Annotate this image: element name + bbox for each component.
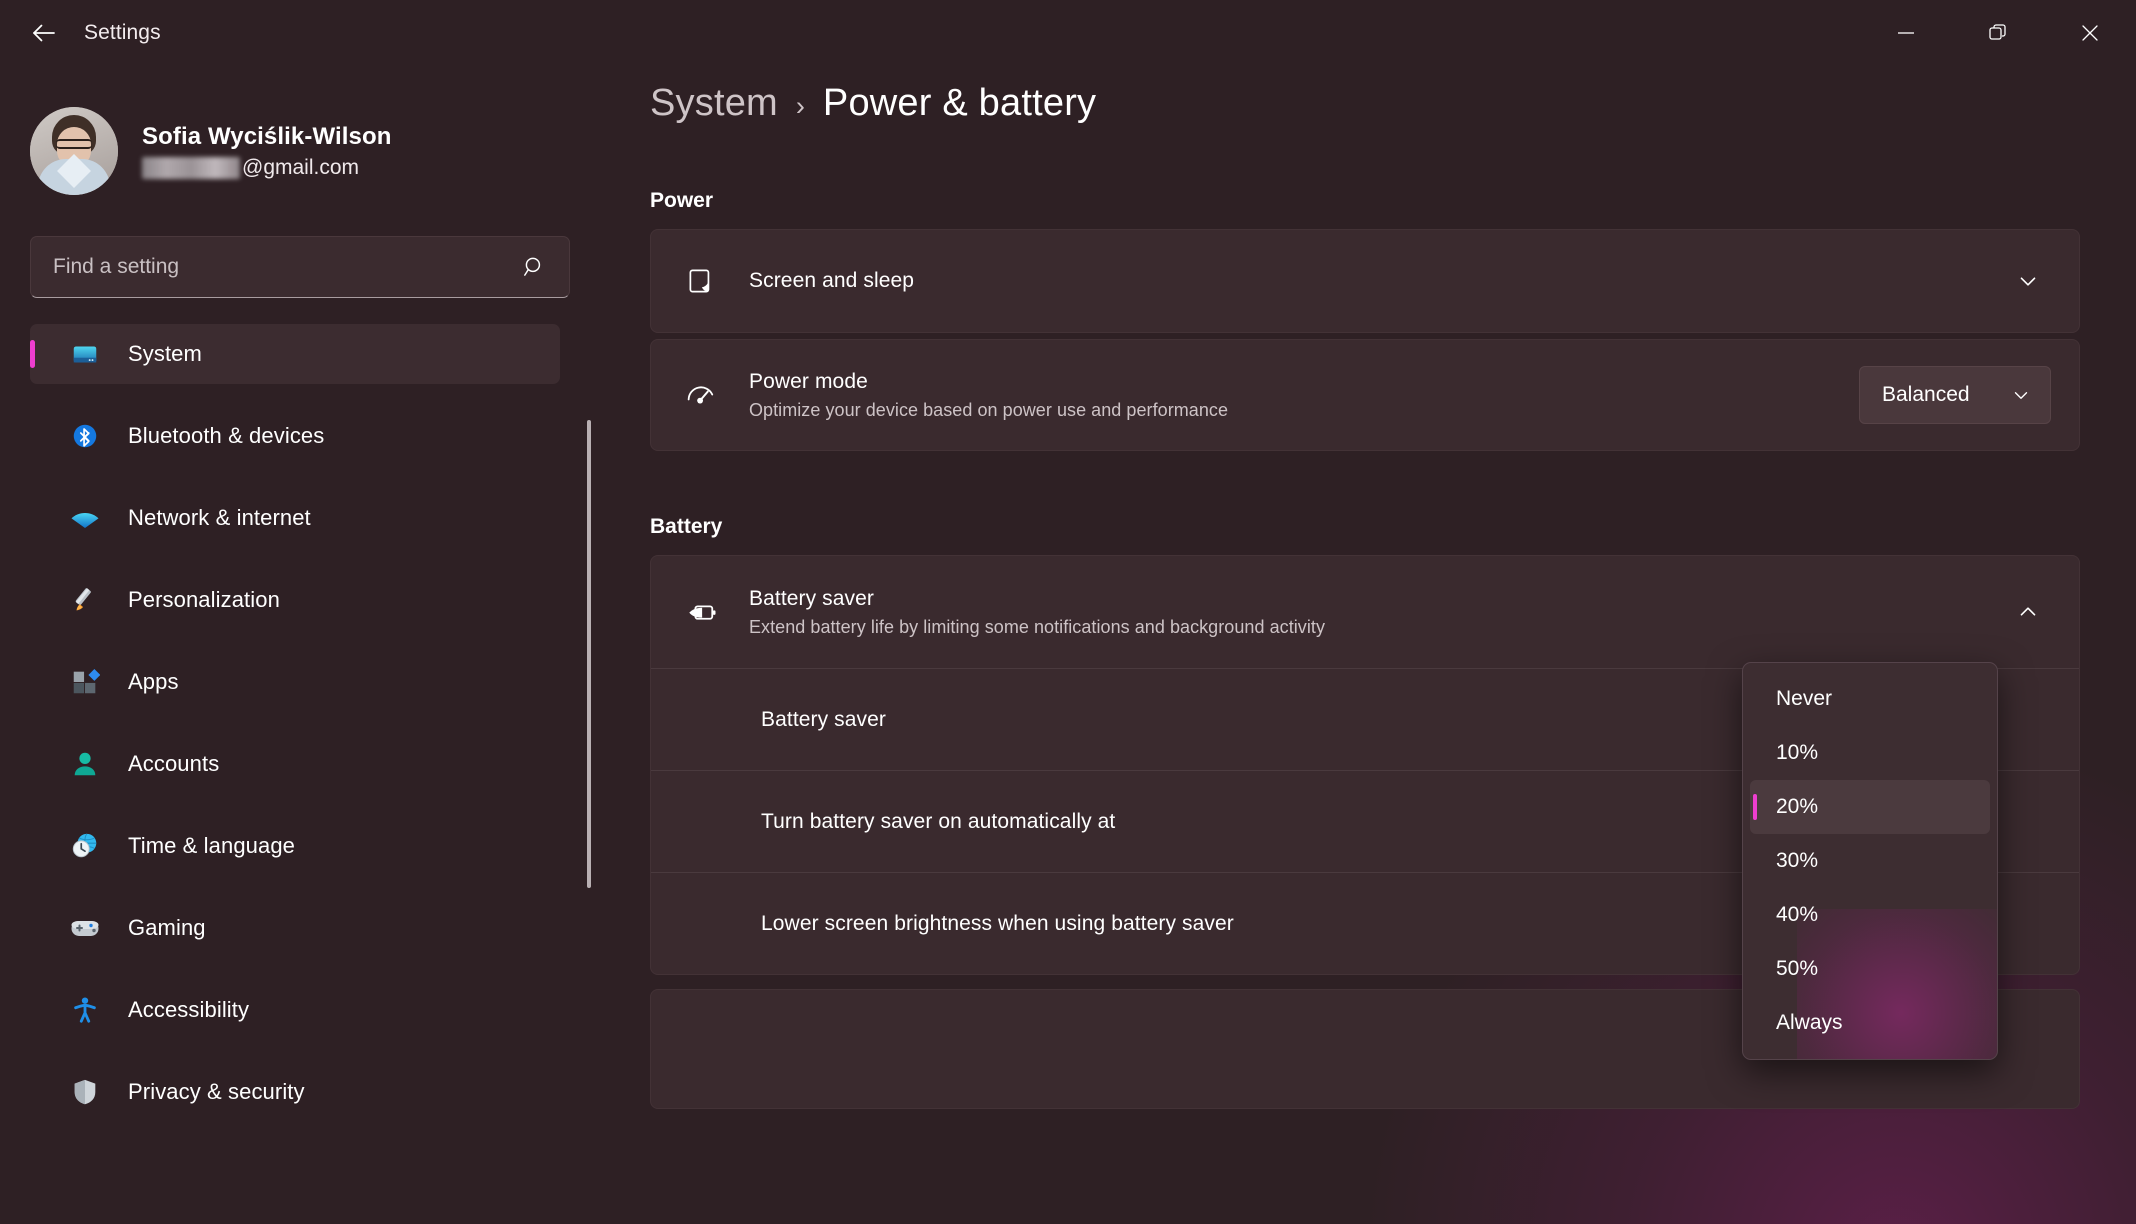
person-icon (68, 747, 102, 781)
section-title-battery: Battery (650, 515, 723, 538)
sidebar-item-accounts[interactable]: Accounts (30, 734, 560, 794)
row-battery-saver-header[interactable]: Battery saver Extend battery life by lim… (651, 556, 2079, 668)
account-text: Sofia Wyciślik-Wilson @gmail.com (142, 123, 392, 180)
card-screen-and-sleep: Screen and sleep (650, 229, 2080, 333)
sidebar-item-label: Network & internet (128, 505, 311, 530)
row-text: Screen and sleep (749, 269, 2005, 293)
sidebar-item-privacy-security[interactable]: Privacy & security (30, 1062, 560, 1122)
bluetooth-icon (68, 419, 102, 453)
dropdown-option-40[interactable]: 40% (1750, 888, 1990, 942)
settings-window: Settings Sofia Wyciślik-Wilson @gmail.co… (0, 0, 2136, 1224)
row-title: Screen and sleep (749, 269, 915, 292)
row-title: Power mode (749, 369, 868, 393)
sidebar-item-label: Privacy & security (128, 1079, 305, 1104)
chevron-down-icon[interactable] (2005, 258, 2051, 304)
accessibility-icon (68, 993, 102, 1027)
dropdown-option-50[interactable]: 50% (1750, 942, 1990, 996)
sidebar-item-apps[interactable]: Apps (30, 652, 560, 712)
paintbrush-icon (68, 583, 102, 617)
minimize-button[interactable] (1860, 0, 1952, 66)
window-title: Settings (84, 21, 161, 44)
sidebar-item-label: Time & language (128, 833, 296, 858)
power-mode-combobox[interactable]: Balanced (1859, 366, 2051, 424)
sidebar-item-bluetooth-devices[interactable]: Bluetooth & devices (30, 406, 560, 466)
sidebar-item-label: System (128, 341, 202, 366)
dropdown-option-always[interactable]: Always (1750, 996, 1990, 1050)
account-email-suffix: @gmail.com (242, 155, 360, 179)
breadcrumb: System › Power & battery (600, 66, 2136, 125)
search-input[interactable] (31, 255, 521, 279)
dropdown-option-never[interactable]: Never (1750, 672, 1990, 726)
back-button[interactable] (14, 9, 74, 57)
row-power-mode[interactable]: Power mode Optimize your device based on… (651, 340, 2079, 450)
sidebar-item-label: Gaming (128, 915, 206, 940)
search-box[interactable] (30, 236, 570, 298)
shield-icon (68, 1075, 102, 1109)
row-title: Battery saver (749, 586, 875, 610)
account-email: @gmail.com (142, 156, 392, 180)
sidebar-item-label: Personalization (128, 587, 280, 612)
sidebar-item-label: Accessibility (128, 997, 250, 1022)
sidebar-scrollbar[interactable] (587, 420, 591, 888)
power-mode-value: Balanced (1882, 383, 1970, 406)
sidebar-item-label: Accounts (128, 751, 220, 776)
card-power-mode: Power mode Optimize your device based on… (650, 339, 2080, 451)
search-icon[interactable] (521, 254, 547, 280)
sidebar-item-label: Bluetooth & devices (128, 423, 325, 448)
account-block[interactable]: Sofia Wyciślik-Wilson @gmail.com (0, 66, 600, 216)
sidebar-item-personalization[interactable]: Personalization (30, 570, 560, 630)
row-text: Power mode Optimize your device based on… (749, 370, 1859, 421)
row-screen-and-sleep[interactable]: Screen and sleep (651, 230, 2079, 332)
clock-globe-icon (68, 829, 102, 863)
sidebar-item-label: Apps (128, 669, 179, 694)
section-title-power: Power (650, 189, 714, 212)
sidebar-item-gaming[interactable]: Gaming (30, 898, 560, 958)
sidebar-item-accessibility[interactable]: Accessibility (30, 980, 560, 1040)
title-bar: Settings (0, 0, 2136, 66)
monitor-icon (68, 337, 102, 371)
apps-grid-icon (68, 665, 102, 699)
dropdown-option-10[interactable]: 10% (1750, 726, 1990, 780)
chevron-down-icon (2010, 384, 2032, 406)
avatar (30, 107, 118, 195)
battery-saver-threshold-dropdown[interactable]: Never 10% 20% 30% 40% 50% Always (1742, 662, 1998, 1060)
screen-sleep-icon (679, 259, 723, 303)
window-controls (1860, 0, 2136, 66)
close-icon (2082, 25, 2098, 41)
battery-saver-icon (679, 590, 723, 634)
close-button[interactable] (2044, 0, 2136, 66)
sidebar-nav: System Bluetooth & devices Network & int… (0, 324, 600, 1122)
dropdown-option-30[interactable]: 30% (1750, 834, 1990, 888)
chevron-right-icon: › (795, 91, 805, 121)
gamepad-icon (68, 911, 102, 945)
sidebar: Sofia Wyciślik-Wilson @gmail.com Find a … (0, 66, 600, 1224)
redacted-email-local-part (142, 156, 240, 179)
arrow-left-icon (33, 24, 55, 42)
row-subtitle: Extend battery life by limiting some not… (749, 616, 1325, 637)
dropdown-option-20[interactable]: 20% (1750, 780, 1990, 834)
wifi-icon (68, 501, 102, 535)
restore-button[interactable] (1952, 0, 2044, 66)
power-gauge-icon (679, 373, 723, 417)
row-subtitle: Optimize your device based on power use … (749, 399, 1229, 420)
sidebar-item-time-language[interactable]: Time & language (30, 816, 560, 876)
chevron-up-icon[interactable] (2005, 589, 2051, 635)
account-name: Sofia Wyciślik-Wilson (142, 122, 392, 150)
page-title: Power & battery (822, 82, 1097, 124)
breadcrumb-parent-link[interactable]: System (650, 82, 778, 125)
sidebar-item-network-internet[interactable]: Network & internet (30, 488, 560, 548)
sidebar-item-system[interactable]: System (30, 324, 560, 384)
minimize-icon (1898, 32, 1914, 34)
restore-icon (1989, 24, 2006, 40)
row-text: Battery saver Extend battery life by lim… (749, 587, 2005, 638)
